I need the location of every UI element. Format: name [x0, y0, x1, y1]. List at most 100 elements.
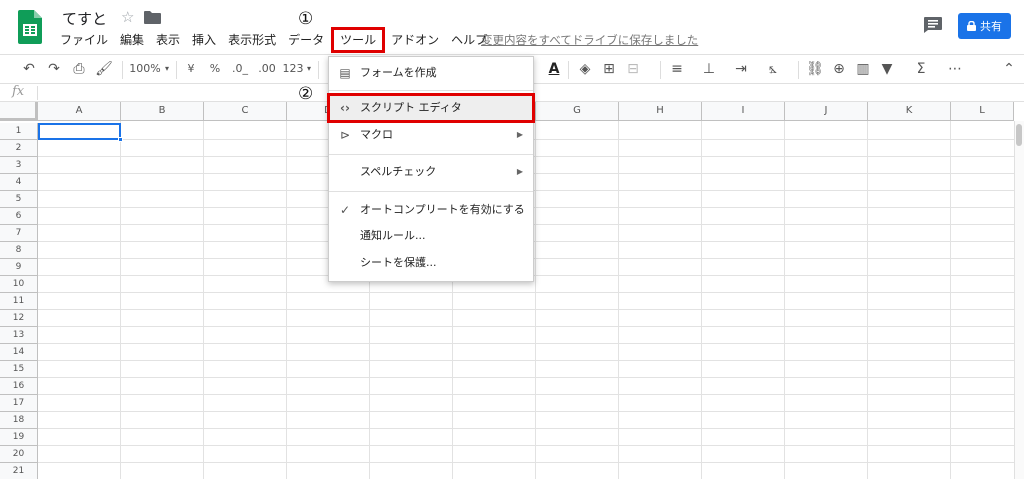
merge-cells-icon[interactable]: ⊟	[624, 55, 642, 83]
align-left-icon[interactable]: ≡	[668, 55, 686, 83]
menu-format[interactable]: 表示形式	[222, 30, 282, 50]
more-formats-button[interactable]: 123	[282, 55, 304, 83]
text-rotate-icon[interactable]: ⦩	[764, 55, 782, 83]
filter-icon[interactable]: ▼	[878, 55, 896, 83]
row-header-8[interactable]: 8	[0, 242, 38, 259]
menu-item-label: 通知ルール...	[360, 229, 426, 242]
redo-icon[interactable]: ↷	[45, 55, 63, 83]
row-header-2[interactable]: 2	[0, 140, 38, 157]
scrollbar-thumb[interactable]	[1016, 124, 1022, 146]
share-label: 共有	[980, 20, 1002, 33]
row-header-13[interactable]: 13	[0, 327, 38, 344]
vertical-scrollbar[interactable]	[1014, 121, 1024, 479]
row-header-20[interactable]: 20	[0, 446, 38, 463]
borders-icon[interactable]: ⊞	[600, 55, 618, 83]
row-header-11[interactable]: 11	[0, 293, 38, 310]
functions-icon[interactable]: Σ	[912, 55, 930, 83]
percent-format-button[interactable]: %	[208, 55, 222, 83]
menu-item-label: フォームを作成	[360, 66, 437, 79]
comment-icon[interactable]	[924, 17, 942, 33]
chart-icon[interactable]: ▥	[854, 55, 872, 83]
selected-cell-a1[interactable]	[38, 123, 121, 140]
row-header-15[interactable]: 15	[0, 361, 38, 378]
menu-item-autocomplete[interactable]: ✓ オートコンプリートを有効にする	[329, 197, 533, 223]
select-all-corner[interactable]	[0, 102, 38, 121]
text-color-icon[interactable]: A	[545, 55, 563, 83]
zoom-select[interactable]: 100%	[128, 55, 162, 83]
tools-dropdown-menu: ▤ フォームを作成 ‹› スクリプト エディタ ⊳ マクロ ▶ スペルチェック …	[327, 56, 535, 282]
star-icon[interactable]: ☆	[121, 8, 134, 26]
row-header-18[interactable]: 18	[0, 412, 38, 429]
column-header-j[interactable]: J	[785, 102, 868, 121]
menu-item-notification-rules[interactable]: 通知ルール...	[329, 223, 533, 249]
currency-format-button[interactable]: ¥	[184, 55, 198, 83]
row-header-3[interactable]: 3	[0, 157, 38, 174]
column-header-l[interactable]: L	[951, 102, 1014, 121]
menu-addons[interactable]: アドオン	[385, 30, 445, 50]
menu-item-spellcheck[interactable]: スペルチェック ▶	[329, 159, 533, 185]
more-icon[interactable]: ⋯	[946, 55, 964, 83]
menu-item-script-editor[interactable]: ‹› スクリプト エディタ	[327, 93, 535, 123]
menu-data[interactable]: データ	[282, 30, 330, 50]
column-header-i[interactable]: I	[702, 102, 785, 121]
annotation-step-1: ①	[298, 9, 314, 29]
row-header-1[interactable]: 1	[0, 123, 38, 140]
row-header-14[interactable]: 14	[0, 344, 38, 361]
row-header-21[interactable]: 21	[0, 463, 38, 479]
row-header-16[interactable]: 16	[0, 378, 38, 395]
decrease-decimal-button[interactable]: .0_	[230, 55, 250, 83]
column-header-g[interactable]: G	[536, 102, 619, 121]
link-icon[interactable]: ⛓	[806, 55, 824, 83]
save-status-link[interactable]: 変更内容をすべてドライブに保存しました	[481, 32, 698, 48]
paint-format-icon[interactable]: 🖌	[95, 55, 113, 83]
row-header-10[interactable]: 10	[0, 276, 38, 293]
undo-icon[interactable]: ↶	[20, 55, 38, 83]
document-title[interactable]: てすと	[62, 8, 107, 29]
menu-item-label: シートを保護...	[360, 256, 437, 269]
menu-edit[interactable]: 編集	[114, 30, 150, 50]
menu-item-label: スクリプト エディタ	[360, 101, 462, 114]
sheets-logo-icon[interactable]	[18, 10, 42, 44]
increase-decimal-button[interactable]: .00	[256, 55, 278, 83]
row-header-6[interactable]: 6	[0, 208, 38, 225]
folder-icon[interactable]	[144, 11, 161, 24]
check-icon: ✓	[339, 203, 351, 217]
menu-item-create-form[interactable]: ▤ フォームを作成	[329, 60, 533, 86]
collapse-chevron-up-icon[interactable]: ⌃	[1000, 55, 1018, 83]
share-button[interactable]: 共有	[958, 13, 1011, 39]
row-header-19[interactable]: 19	[0, 429, 38, 446]
menu-item-macros[interactable]: ⊳ マクロ ▶	[329, 122, 533, 148]
fill-handle[interactable]	[118, 137, 123, 142]
menu-file[interactable]: ファイル	[54, 30, 114, 50]
column-header-k[interactable]: K	[868, 102, 951, 121]
text-wrap-icon[interactable]: ⇥	[732, 55, 750, 83]
column-header-h[interactable]: H	[619, 102, 702, 121]
fill-color-icon[interactable]: ◈	[576, 55, 594, 83]
menu-tools[interactable]: ツール	[331, 27, 386, 53]
chevron-down-icon[interactable]: ▾	[304, 55, 314, 83]
row-header-4[interactable]: 4	[0, 174, 38, 191]
menu-item-label: スペルチェック	[360, 165, 437, 178]
submenu-arrow-icon: ▶	[516, 167, 523, 176]
chevron-down-icon[interactable]: ▾	[162, 55, 172, 83]
vertical-align-icon[interactable]: ⊥	[700, 55, 718, 83]
menu-insert[interactable]: 挿入	[186, 30, 222, 50]
menu-bar: ファイル 編集 表示 挿入 表示形式 データ ツール アドオン ヘルプ	[54, 27, 493, 53]
menu-item-protect-sheet[interactable]: シートを保護...	[329, 250, 533, 276]
column-header-a[interactable]: A	[38, 102, 121, 121]
column-header-b[interactable]: B	[121, 102, 204, 121]
row-header-9[interactable]: 9	[0, 259, 38, 276]
add-comment-icon[interactable]: ⊕	[830, 55, 848, 83]
form-icon: ▤	[339, 66, 351, 80]
row-header-5[interactable]: 5	[0, 191, 38, 208]
row-header-17[interactable]: 17	[0, 395, 38, 412]
menu-view[interactable]: 表示	[150, 30, 186, 50]
row-header-7[interactable]: 7	[0, 225, 38, 242]
annotation-step-2: ②	[298, 84, 314, 104]
fx-icon: fx	[12, 84, 25, 99]
print-icon[interactable]: ⎙	[70, 55, 88, 83]
column-header-c[interactable]: C	[204, 102, 287, 121]
row-header-12[interactable]: 12	[0, 310, 38, 327]
code-icon: ‹›	[340, 101, 350, 115]
play-circle-icon: ⊳	[339, 128, 351, 142]
